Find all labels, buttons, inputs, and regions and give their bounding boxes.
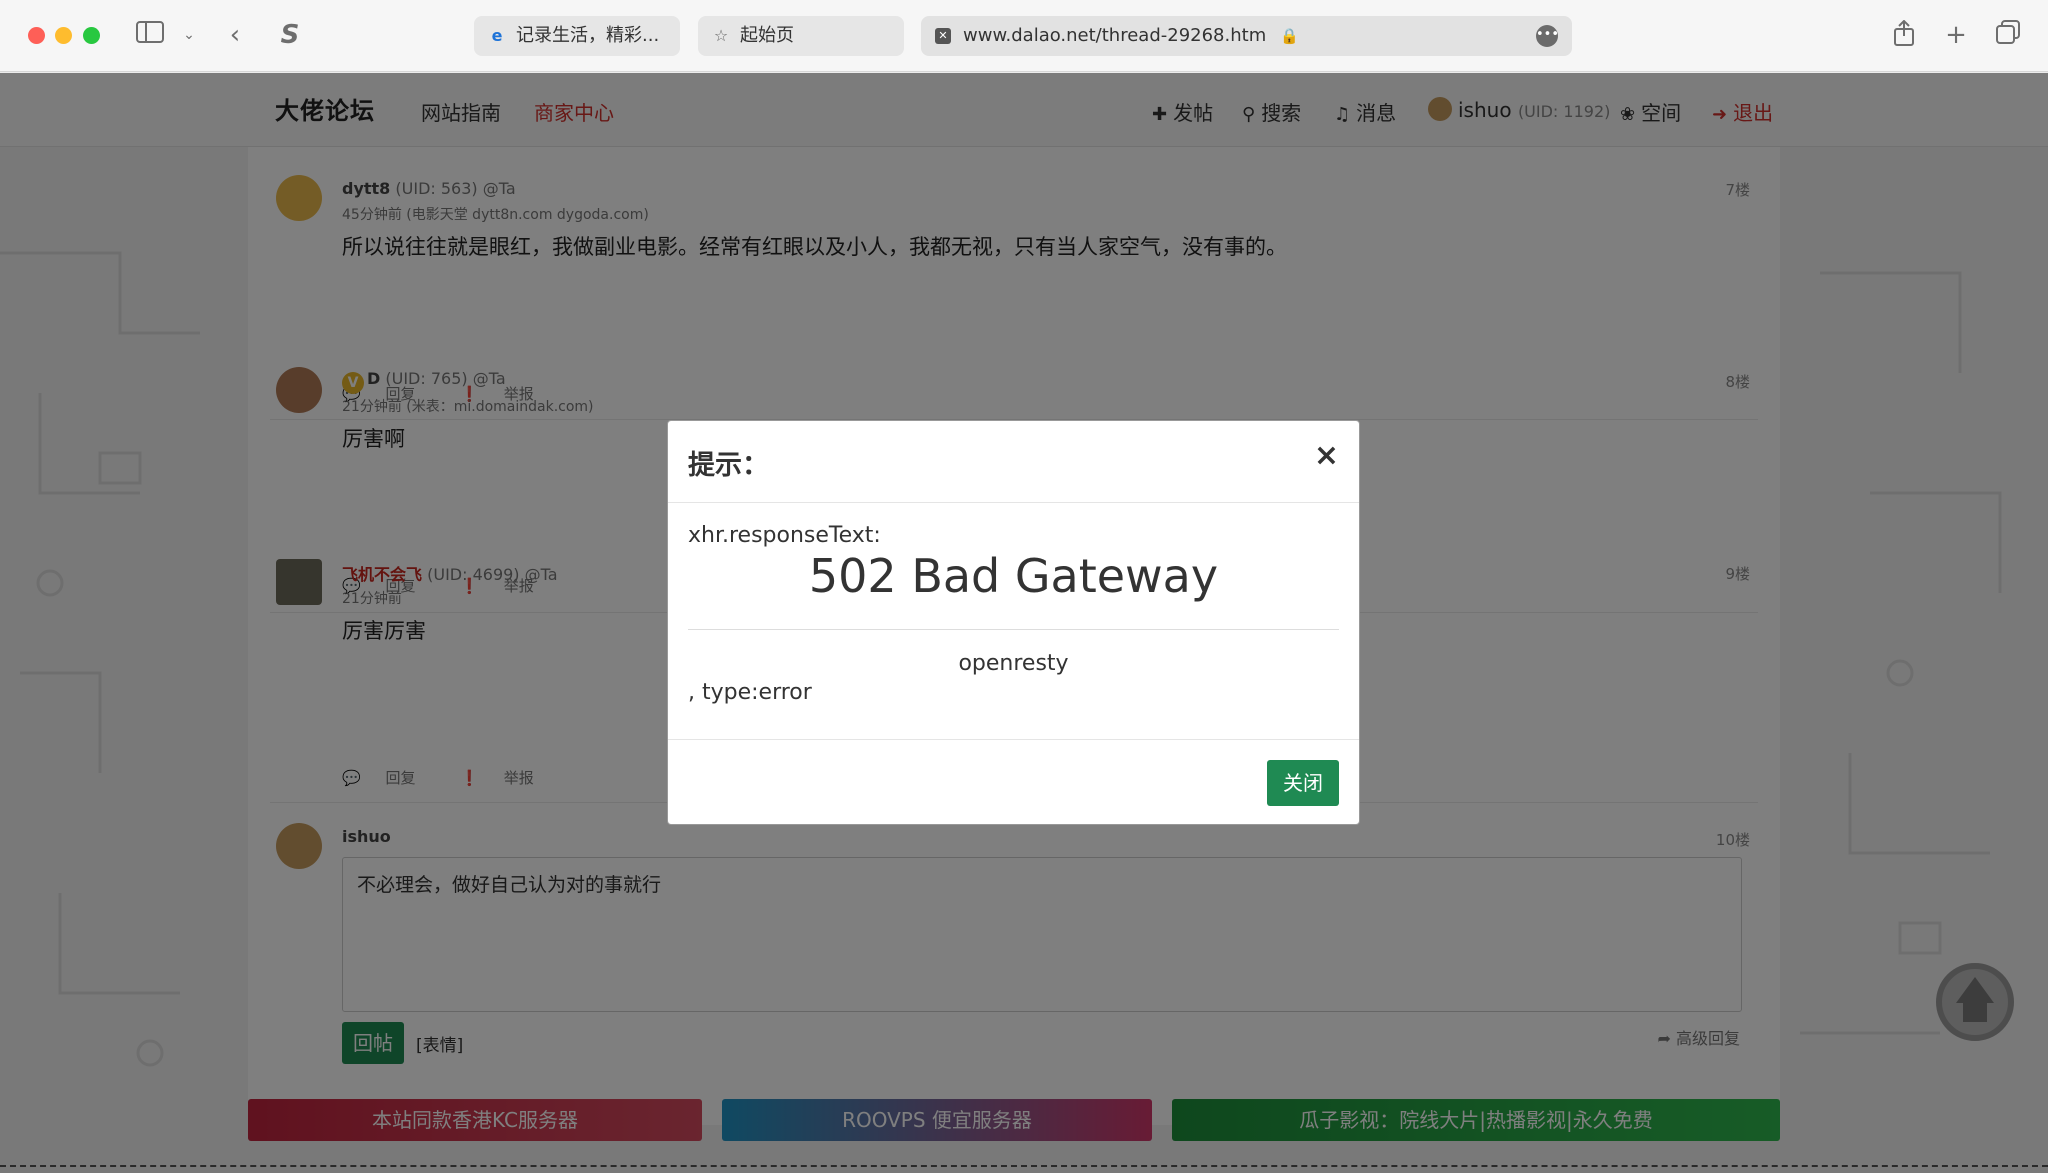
star-icon: ☆ xyxy=(713,26,729,45)
modal-header: 提示： × xyxy=(668,421,1359,503)
close-icon[interactable]: × xyxy=(1314,441,1339,471)
extension-icon[interactable]: S xyxy=(276,20,304,50)
tabs-overview-icon[interactable] xyxy=(1994,20,2022,50)
modal-title: 提示： xyxy=(688,450,769,481)
sidebar-icon[interactable] xyxy=(134,20,166,50)
error-type: , type:error xyxy=(688,680,812,705)
tab-2-label: 起始页 xyxy=(740,25,794,46)
tab-1-label: 记录生活，精彩... xyxy=(516,25,660,46)
minimize-window-button[interactable] xyxy=(55,27,72,44)
divider xyxy=(688,629,1339,630)
address-bar[interactable]: ✕ www.dalao.net/thread-29268.htm 🔒 ••• xyxy=(921,16,1572,56)
browser-toolbar: ⌄ ‹ S e 记录生活，精彩... ☆ 起始页 ✕ www.dalao.net… xyxy=(0,0,2048,72)
address-text: www.dalao.net/thread-29268.htm xyxy=(963,25,1267,46)
close-button[interactable]: 关闭 xyxy=(1267,760,1339,806)
maximize-window-button[interactable] xyxy=(83,27,100,44)
error-heading: 502 Bad Gateway xyxy=(808,549,1219,603)
server-name: openresty xyxy=(958,651,1069,676)
divider xyxy=(668,739,1359,740)
lock-icon: 🔒 xyxy=(1279,27,1299,45)
ie-icon: e xyxy=(491,26,503,45)
chevron-down-icon[interactable]: ⌄ xyxy=(180,20,198,50)
response-label: xhr.responseText: xyxy=(688,523,881,548)
new-tab-icon[interactable]: + xyxy=(1943,20,1969,50)
close-tab-icon[interactable]: ✕ xyxy=(935,28,951,44)
tab-1[interactable]: e 记录生活，精彩... xyxy=(474,16,680,56)
more-icon[interactable]: ••• xyxy=(1536,25,1559,47)
close-window-button[interactable] xyxy=(28,27,45,44)
back-icon[interactable]: ‹ xyxy=(224,20,246,50)
share-icon[interactable] xyxy=(1891,19,1917,50)
alert-dialog: 提示： × xhr.responseText: 502 Bad Gateway … xyxy=(667,420,1360,825)
tab-2[interactable]: ☆ 起始页 xyxy=(698,16,904,56)
